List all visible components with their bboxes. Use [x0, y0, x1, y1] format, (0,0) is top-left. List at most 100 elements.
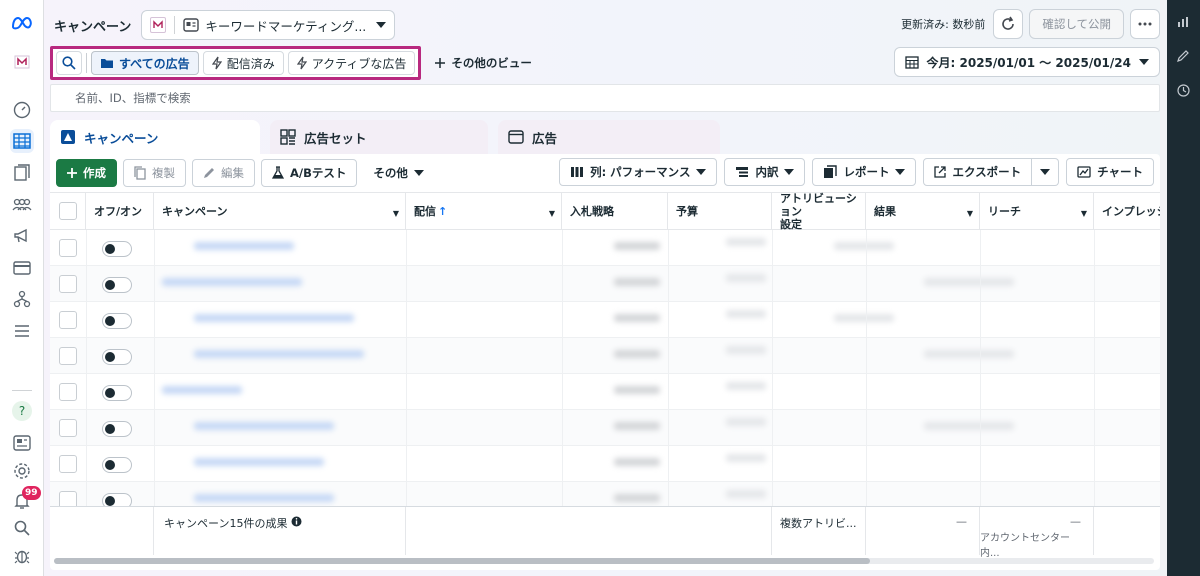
chevron-down-icon [696, 169, 707, 175]
chart-label: チャート [1097, 165, 1143, 179]
row-toggle[interactable] [102, 349, 132, 365]
header-results-label: 結果 [874, 204, 896, 218]
horizontal-scrollbar-thumb[interactable] [54, 558, 870, 564]
top-right-actions: 更新済み: 数秒前 確認して公開 [901, 9, 1160, 39]
row-toggle[interactable] [102, 241, 132, 257]
chart-toggle-button[interactable]: チャート [1066, 158, 1154, 186]
reports-dropdown[interactable]: レポート [812, 158, 917, 186]
chevron-down-icon: ▼ [392, 209, 399, 218]
calendar-icon [904, 56, 919, 69]
date-range-picker[interactable]: 今月: 2025/01/01 〜 2025/01/24 [893, 47, 1160, 77]
chevron-down-icon [376, 22, 387, 28]
account-logo-icon[interactable] [10, 50, 34, 74]
toggle-knob [105, 460, 115, 470]
duplicate-button[interactable]: 複製 [123, 159, 186, 187]
delivered-view-button[interactable]: 配信済み [202, 51, 284, 75]
search-placeholder: 名前、ID、指標で検索 [75, 91, 191, 105]
megaphone-icon[interactable] [10, 224, 34, 248]
row-checkbox[interactable] [59, 239, 77, 257]
table-toolbar: 作成 複製 編集 A/Bテスト その他 列: パフォーマンス 内訳 レポート エ… [56, 158, 1154, 188]
column-divider [772, 230, 773, 510]
row-checkbox[interactable] [59, 383, 77, 401]
export-button[interactable]: エクスポート [923, 158, 1033, 186]
tab-ad-sets[interactable]: 広告セット [270, 120, 488, 154]
billing-card-icon[interactable] [10, 256, 34, 280]
export-options-button[interactable] [1032, 158, 1060, 186]
breakdown-dropdown[interactable]: 内訳 [724, 158, 806, 186]
columns-dropdown[interactable]: 列: パフォーマンス [559, 158, 718, 186]
export-icon [934, 166, 947, 178]
account-name: キーワードマーケティング... [205, 18, 367, 34]
row-toggle[interactable] [102, 385, 132, 401]
ad-window-icon [508, 129, 524, 145]
pencil-icon[interactable] [1175, 48, 1191, 64]
all-ads-view-button[interactable]: すべての広告 [91, 51, 199, 75]
horizontal-scrollbar[interactable] [54, 558, 1154, 564]
active-ads-view-button[interactable]: アクティブな広告 [287, 51, 416, 75]
search-input[interactable]: 名前、ID、指標で検索 [50, 84, 1160, 112]
campaign-flag-icon [60, 129, 76, 145]
more-views-button[interactable]: その他のビュー [435, 55, 532, 71]
header-impressions[interactable]: インプレッショ [1094, 193, 1160, 230]
settings-gear-icon[interactable] [10, 459, 34, 483]
row-toggle[interactable] [102, 277, 132, 293]
row-checkbox[interactable] [59, 455, 77, 473]
news-feed-icon[interactable] [10, 431, 34, 455]
header-delivery-label: 配信 [414, 204, 436, 218]
toggle-knob [105, 424, 115, 434]
row-checkbox[interactable] [59, 347, 77, 365]
header-attribution[interactable]: アトリビューション 設定 [772, 192, 866, 231]
info-icon[interactable] [291, 516, 302, 527]
summary-results: — [866, 507, 980, 555]
bug-report-icon[interactable] [10, 544, 34, 568]
tab-ad-sets-label: 広告セット [304, 130, 367, 146]
export-label: エクスポート [952, 165, 1022, 179]
header-delivery[interactable]: 配信 ↑ ▼ [406, 193, 562, 230]
select-all-checkbox[interactable] [59, 202, 77, 220]
search-icon[interactable] [10, 516, 34, 540]
create-button[interactable]: 作成 [56, 159, 117, 187]
row-checkbox[interactable] [59, 311, 77, 329]
tab-campaigns[interactable]: キャンペーン [50, 120, 260, 154]
chart-icon [1077, 166, 1091, 178]
header-results[interactable]: 結果 ▼ [866, 193, 980, 230]
ads-manager-table-icon[interactable] [10, 129, 34, 153]
toggle-knob [105, 352, 115, 362]
header-reach[interactable]: リーチ ▼ [980, 193, 1094, 230]
ab-test-button[interactable]: A/Bテスト [261, 159, 358, 187]
row-toggle[interactable] [102, 457, 132, 473]
view-search-button[interactable] [56, 51, 82, 75]
header-campaign[interactable]: キャンペーン ▼ [154, 193, 406, 230]
more-dots-icon [1138, 22, 1152, 26]
tab-ads-label: 広告 [532, 130, 558, 146]
tab-ads[interactable]: 広告 [498, 120, 720, 154]
row-checkbox[interactable] [59, 275, 77, 293]
dashboard-gauge-icon[interactable] [10, 98, 34, 122]
header-budget[interactable]: 予算 [668, 193, 772, 230]
table-header-row: オフ/オン キャンペーン ▼ 配信 ↑ ▼ 入札戦略 予算 アトリビューション … [50, 192, 1160, 231]
history-clock-icon[interactable] [1175, 82, 1191, 98]
view-filter-row: すべての広告 配信済み アクティブな広告 その他のビュー [50, 46, 532, 80]
business-network-icon[interactable] [10, 287, 34, 311]
row-checkbox[interactable] [59, 419, 77, 437]
header-onoff[interactable]: オフ/オン [86, 193, 154, 230]
hamburger-menu-icon[interactable] [10, 319, 34, 343]
meta-logo-icon[interactable] [10, 11, 34, 35]
edit-button[interactable]: 編集 [192, 159, 255, 187]
more-options-button[interactable] [1130, 9, 1160, 39]
help-icon[interactable]: ? [10, 399, 34, 423]
lightning-icon [211, 56, 222, 70]
account-selector[interactable]: キーワードマーケティング... [141, 10, 396, 40]
audiences-icon[interactable] [10, 193, 34, 217]
row-toggle[interactable] [102, 313, 132, 329]
bar-chart-icon[interactable] [1175, 14, 1191, 30]
account-selector-divider [174, 16, 176, 34]
other-actions-dropdown[interactable]: その他 [363, 159, 434, 187]
refresh-button[interactable] [993, 9, 1024, 39]
pages-icon[interactable] [10, 161, 34, 185]
last-updated-text: 更新済み: 数秒前 [901, 18, 986, 31]
header-bid-strategy[interactable]: 入札戦略 [562, 193, 668, 230]
row-toggle[interactable] [102, 421, 132, 437]
summary-blank [50, 507, 154, 555]
review-and-publish-button[interactable]: 確認して公開 [1029, 9, 1124, 39]
